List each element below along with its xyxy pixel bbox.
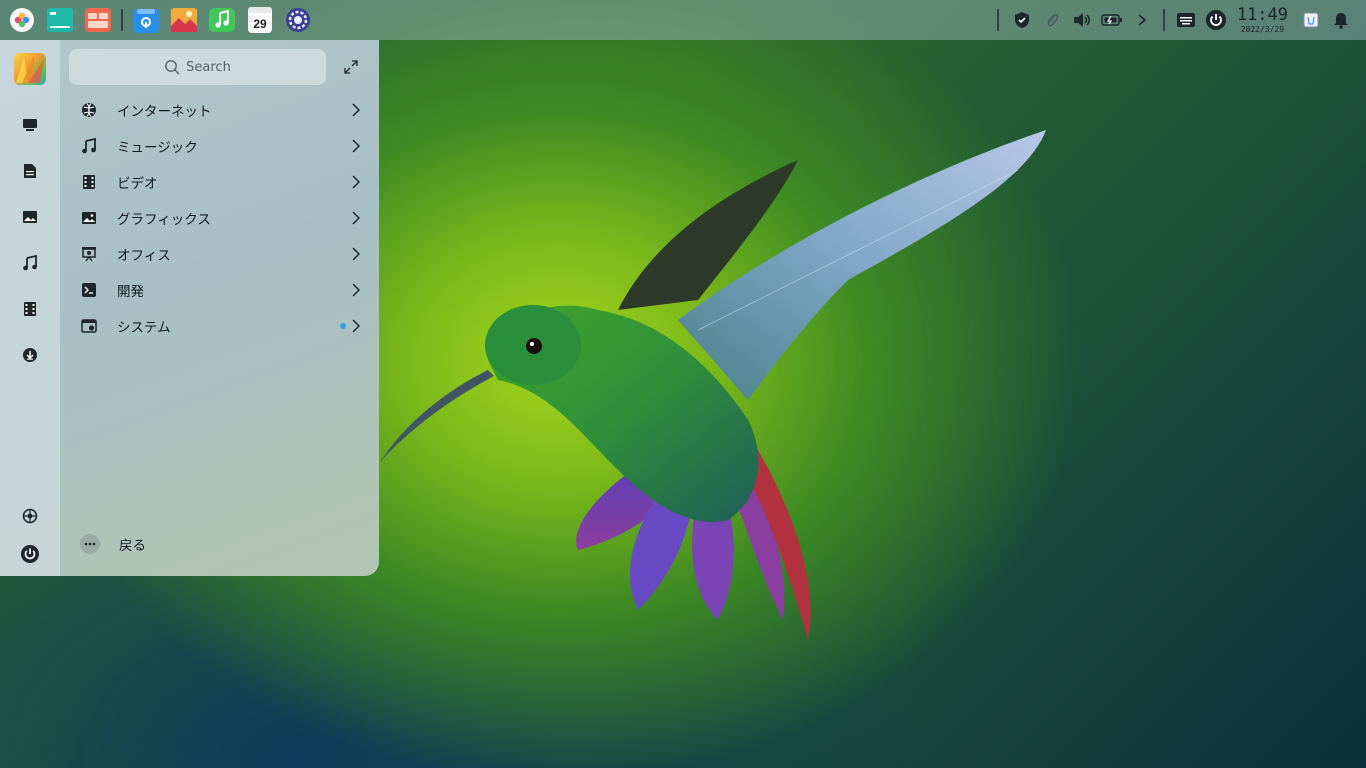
- search-icon: [165, 60, 180, 75]
- globe-icon: [80, 101, 98, 119]
- app-store-icon[interactable]: [132, 6, 160, 34]
- search-content: Search: [164, 59, 231, 75]
- start-menu: Search インターネット ミュージック ビデオ グラフィックス オフィス 開…: [0, 40, 379, 576]
- calendar-badge: 29: [253, 17, 267, 31]
- search-input[interactable]: Search: [69, 49, 326, 85]
- chevron-right-icon: [348, 173, 364, 191]
- settings-icon[interactable]: [18, 504, 42, 528]
- chevron-right-icon: [348, 101, 364, 119]
- bell-icon[interactable]: [1326, 0, 1356, 40]
- document-icon[interactable]: [18, 159, 42, 183]
- music-icon[interactable]: [208, 6, 236, 34]
- fullscreen-toggle-icon[interactable]: [341, 57, 361, 77]
- tray-separator-2: [1162, 9, 1165, 31]
- category-label: グラフィックス: [117, 212, 211, 228]
- presentation-icon: [80, 245, 98, 263]
- clock[interactable]: 11:49 2022/3/29: [1236, 4, 1288, 34]
- back-label: 戻る: [119, 538, 146, 554]
- system-icon: [80, 317, 98, 335]
- image-viewer-icon[interactable]: [170, 6, 198, 34]
- category-label: ミュージック: [117, 140, 198, 156]
- category-development[interactable]: 開発: [72, 273, 372, 307]
- category-label: インターネット: [117, 104, 212, 120]
- taskbar-apps: 29: [0, 0, 317, 40]
- volume-icon[interactable]: [1067, 0, 1097, 40]
- video-icon[interactable]: [18, 297, 42, 321]
- taskbar-separator: [121, 9, 123, 31]
- system-tray: 11:49 2022/3/29: [993, 0, 1366, 40]
- avatar[interactable]: [14, 53, 46, 85]
- category-music[interactable]: ミュージック: [72, 129, 372, 163]
- terminal-icon[interactable]: [46, 6, 74, 34]
- clock-date: 2022/3/29: [1240, 24, 1285, 34]
- category-graphics[interactable]: グラフィックス: [72, 201, 372, 235]
- power-icon[interactable]: [1201, 0, 1231, 40]
- shield-icon[interactable]: [1007, 0, 1037, 40]
- taskbar: 29 11:49 2022/3/29: [0, 0, 1366, 40]
- category-label: システム: [117, 320, 171, 336]
- wallpaper-hummingbird: [380, 130, 1046, 640]
- chevron-right-icon: [348, 245, 364, 263]
- download-icon[interactable]: [18, 343, 42, 367]
- file-manager-icon[interactable]: [84, 6, 112, 34]
- calendar-icon[interactable]: 29: [246, 6, 274, 34]
- settings-icon[interactable]: [284, 6, 312, 34]
- update-indicator-dot: [340, 323, 346, 329]
- category-office[interactable]: オフィス: [72, 237, 372, 271]
- keyboard-icon[interactable]: [1171, 0, 1201, 40]
- chevron-right-icon: [348, 317, 364, 335]
- search-placeholder: Search: [186, 59, 231, 75]
- start-menu-rail: [0, 40, 60, 576]
- computer-icon[interactable]: [18, 113, 42, 137]
- terminal-prompt-icon: [80, 281, 98, 299]
- expand-tray-icon[interactable]: [1127, 0, 1157, 40]
- chevron-right-icon: [348, 209, 364, 227]
- more-dots-icon: [80, 534, 100, 554]
- category-label: ビデオ: [117, 176, 158, 192]
- category-system[interactable]: システム: [72, 309, 372, 343]
- clip-icon[interactable]: [1037, 0, 1067, 40]
- battery-icon[interactable]: [1097, 0, 1127, 40]
- chevron-right-icon: [348, 137, 364, 155]
- power-icon[interactable]: [18, 542, 42, 566]
- chevron-right-icon: [348, 281, 364, 299]
- category-label: 開発: [117, 284, 144, 300]
- picture-icon[interactable]: [18, 205, 42, 229]
- music-note-icon: [80, 137, 98, 155]
- tray-separator: [996, 9, 999, 31]
- trash-icon[interactable]: [1296, 0, 1326, 40]
- category-label: オフィス: [117, 248, 171, 264]
- launcher-icon[interactable]: [8, 6, 36, 34]
- clock-time: 11:49: [1236, 4, 1288, 25]
- category-internet[interactable]: インターネット: [72, 93, 372, 127]
- category-video[interactable]: ビデオ: [72, 165, 372, 199]
- film-icon: [80, 173, 98, 191]
- image-icon: [80, 209, 98, 227]
- music-icon[interactable]: [18, 251, 42, 275]
- back-button[interactable]: 戻る: [80, 533, 146, 555]
